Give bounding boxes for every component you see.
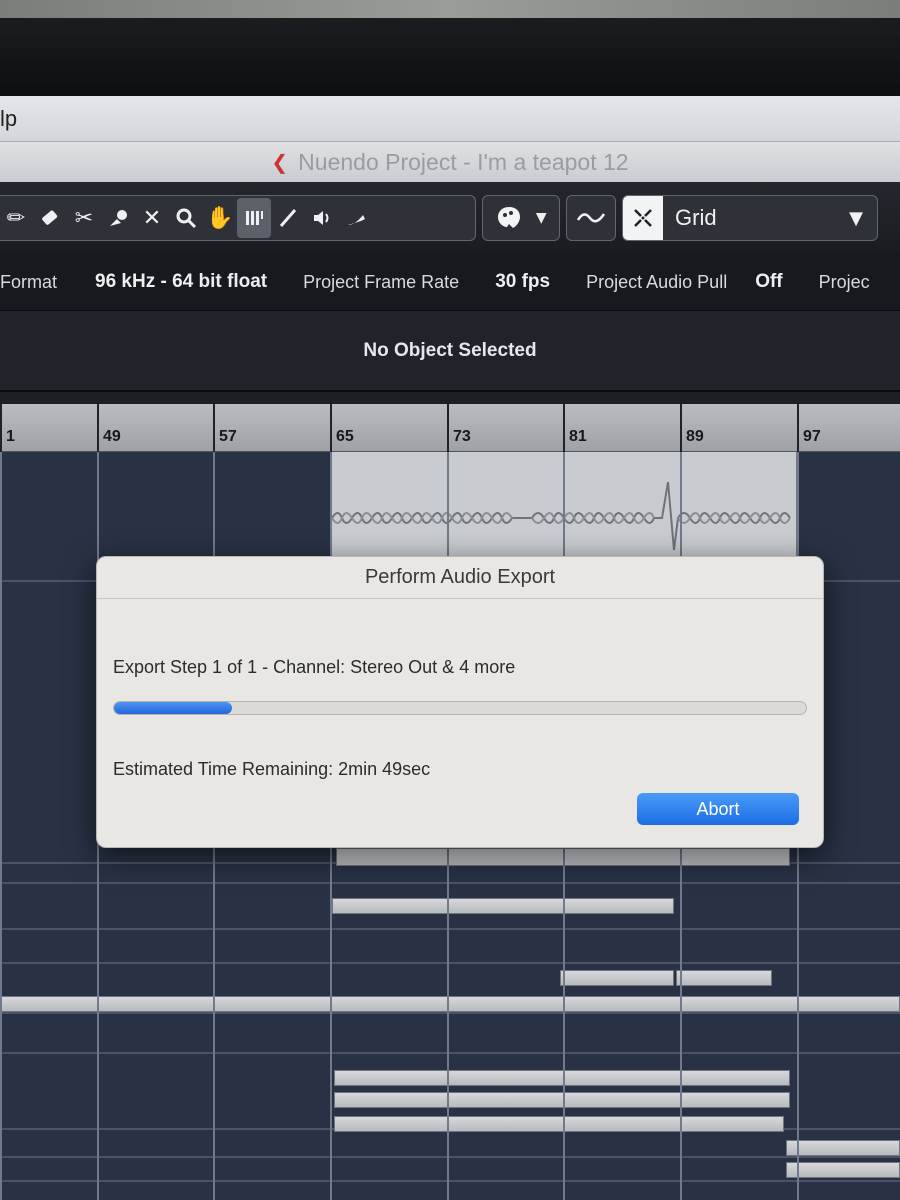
wall-strip — [0, 0, 900, 18]
format-label: Format — [0, 271, 58, 292]
snap-type-selector[interactable]: Grid ▼ — [622, 195, 878, 241]
comp-icon[interactable] — [237, 198, 271, 238]
audio-pull-value[interactable]: Off — [755, 271, 782, 293]
line-icon[interactable] — [271, 198, 305, 238]
event[interactable] — [560, 970, 674, 986]
ruler-bar-label: 97 — [803, 428, 821, 445]
ruler-tick — [447, 404, 449, 452]
ruler-bar-label: 1 — [6, 428, 15, 445]
ruler-bar-label: 65 — [336, 428, 354, 445]
window-title-bar: ❮ Nuendo Project - I'm a teapot 12 — [0, 142, 900, 182]
snap-mode-label: Grid — [675, 205, 717, 230]
speaker-icon[interactable] — [305, 198, 339, 238]
time-remaining-text: Estimated Time Remaining: 2min 49sec — [113, 759, 431, 779]
dialog-title: Perform Audio Export — [97, 557, 823, 599]
scissors-icon[interactable]: ✂ — [67, 198, 101, 238]
track-divider — [0, 928, 900, 930]
ruler-bar-label: 81 — [569, 428, 587, 445]
chevron-down-icon: ▼ — [849, 207, 863, 229]
curve-icon — [576, 213, 606, 223]
event[interactable] — [334, 1070, 790, 1086]
track-divider — [0, 1052, 900, 1054]
event[interactable] — [334, 1116, 784, 1132]
window-title: Nuendo Project - I'm a teapot 12 — [298, 148, 629, 175]
auto-scroll-button[interactable] — [566, 195, 616, 241]
ruler-tick — [330, 404, 332, 452]
menu-item-help[interactable]: lp — [0, 106, 17, 132]
export-progress-bar — [113, 701, 807, 715]
ruler-bar-label: 89 — [686, 428, 704, 445]
nuendo-logo-icon: ❮ — [271, 150, 289, 174]
event[interactable] — [786, 1162, 900, 1178]
track-divider — [0, 1156, 900, 1158]
ruler-tick — [680, 404, 682, 452]
glue-icon[interactable] — [101, 198, 135, 238]
track-divider — [0, 1012, 900, 1014]
menu-bar: lp — [0, 96, 900, 142]
format-value[interactable]: 96 kHz - 64 bit float — [95, 271, 267, 293]
event[interactable] — [0, 996, 900, 1012]
audio-pull-label: Project Audio Pull — [586, 271, 728, 292]
ruler-tick — [797, 404, 799, 452]
ruler-tick — [0, 404, 2, 452]
event-info-bar: No Object Selected — [0, 310, 900, 392]
monitor-bezel — [0, 0, 900, 96]
project-label-truncated: Projec — [818, 271, 870, 292]
ruler-bar-label: 57 — [219, 428, 237, 445]
frame-rate-label: Project Frame Rate — [303, 271, 460, 292]
selection-status: No Object Selected — [363, 339, 537, 361]
palette-icon — [498, 207, 521, 228]
event[interactable] — [332, 898, 674, 914]
pencil-icon[interactable]: ✏ — [0, 198, 33, 238]
grid-line — [0, 452, 2, 1200]
event[interactable] — [334, 1092, 790, 1108]
audio-export-dialog: Perform Audio Export Export Step 1 of 1 … — [96, 556, 824, 848]
bar-ruler[interactable]: 1 49 57 65 73 81 89 97 — [0, 404, 900, 452]
abort-button[interactable]: Abort — [637, 793, 799, 825]
track-divider — [0, 882, 900, 884]
event[interactable] — [786, 1140, 900, 1156]
ruler-bar-label: 49 — [103, 428, 121, 445]
progress-fill — [114, 702, 232, 714]
snap-icon[interactable] — [623, 196, 663, 240]
track-divider — [0, 962, 900, 964]
project-toolbar: ✏ ✂ ✕ ✋ ▼ Grid ▼ — [0, 182, 900, 254]
ruler-tick — [213, 404, 215, 452]
tool-buttons-group: ✏ ✂ ✕ ✋ — [0, 195, 476, 241]
ruler-tick — [563, 404, 565, 452]
export-step-text: Export Step 1 of 1 - Channel: Stereo Out… — [113, 657, 516, 677]
ruler-tick — [97, 404, 99, 452]
chevron-down-icon: ▼ — [535, 210, 547, 226]
zoom-icon[interactable] — [169, 198, 203, 238]
project-info-line: Format 96 kHz - 64 bit float Project Fra… — [0, 254, 900, 310]
warp-icon[interactable] — [339, 198, 373, 238]
track-divider — [0, 1180, 900, 1182]
ruler-bar-label: 73 — [453, 428, 471, 445]
event[interactable] — [676, 970, 772, 986]
hand-icon[interactable]: ✋ — [203, 198, 237, 238]
eraser-icon[interactable] — [33, 198, 67, 238]
color-dropdown-button[interactable]: ▼ — [482, 195, 560, 241]
frame-rate-value[interactable]: 30 fps — [495, 271, 550, 293]
mute-x-icon[interactable]: ✕ — [135, 198, 169, 238]
